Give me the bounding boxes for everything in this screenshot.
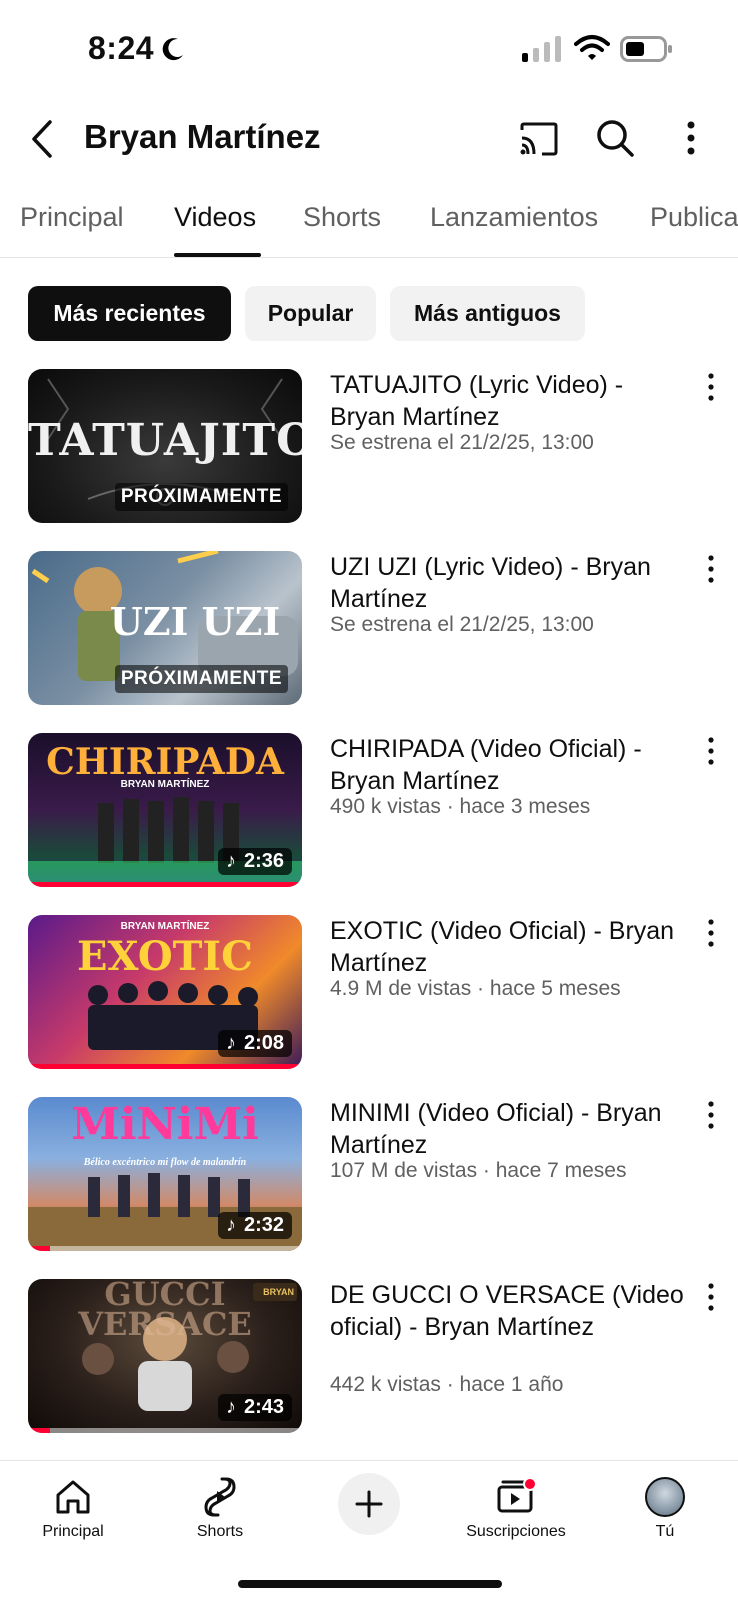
nav-label: Suscripciones xyxy=(466,1523,566,1540)
duration-badge: ♪ 2:08 xyxy=(217,1030,292,1057)
video-meta: 4.9 M de vistas · hace 5 meses xyxy=(330,977,621,1000)
subscriptions-icon xyxy=(497,1477,537,1513)
video-item[interactable]: BRYAN MARTÍNEZ EXOTIC ♪ 2:08 EXOTIC (Vid… xyxy=(0,915,738,1075)
video-item[interactable]: CHIRIPADA BRYAN MARTÍNEZ ♪ 2:36 CHIRIPAD… xyxy=(0,733,738,893)
video-title[interactable]: EXOTIC (Video Oficial) - Bryan Martínez xyxy=(330,915,690,979)
upcoming-badge: PRÓXIMAMENTE xyxy=(114,483,288,511)
video-thumbnail[interactable]: MiNiMi Bélico excéntrico mi flow de mala… xyxy=(28,1097,302,1251)
duration-text: 2:36 xyxy=(243,850,284,872)
shorts-icon xyxy=(204,1477,236,1517)
video-thumbnail[interactable]: CHIRIPADA BRYAN MARTÍNEZ ♪ 2:36 xyxy=(28,733,302,887)
moon-icon xyxy=(162,38,183,61)
video-thumbnail[interactable]: GUCCI VERSACE BRYAN ♪ 2:43 xyxy=(28,1279,302,1433)
create-button[interactable] xyxy=(338,1473,400,1535)
channel-tabs: Principal Videos Shorts Lanzamientos Pub… xyxy=(0,190,738,258)
nav-label: Tú xyxy=(655,1523,675,1540)
video-meta: Se estrena el 21/2/25, 13:00 xyxy=(330,613,594,636)
bottom-navigation: Principal Shorts Suscripciones Tú xyxy=(0,1460,738,1600)
video-meta: Se estrena el 21/2/25, 13:00 xyxy=(330,431,594,454)
music-note-icon: ♪ xyxy=(225,1214,236,1236)
back-button[interactable] xyxy=(24,116,60,162)
duration-text: 2:32 xyxy=(243,1214,284,1236)
tab-principal[interactable]: Principal xyxy=(20,202,124,233)
watch-progress-bar xyxy=(28,1064,302,1069)
watch-progress-bar xyxy=(28,1428,50,1433)
search-icon[interactable] xyxy=(594,117,636,159)
active-tab-indicator xyxy=(174,253,261,257)
watch-progress-bar xyxy=(28,1246,50,1251)
nav-label: Shorts xyxy=(196,1523,244,1540)
more-vertical-icon[interactable] xyxy=(700,371,722,403)
more-vertical-icon[interactable] xyxy=(700,553,722,585)
more-vertical-icon[interactable] xyxy=(700,1281,722,1313)
status-bar: 8:24 xyxy=(0,0,738,100)
video-item[interactable]: UZI UZI PRÓXIMAMENTE UZI UZI (Lyric Vide… xyxy=(0,551,738,711)
duration-badge: ♪ 2:43 xyxy=(217,1394,292,1421)
video-thumbnail[interactable]: BRYAN MARTÍNEZ EXOTIC ♪ 2:08 xyxy=(28,915,302,1069)
more-vertical-icon[interactable] xyxy=(700,1099,722,1131)
channel-title: Bryan Martínez xyxy=(84,118,321,155)
status-time: 8:24 xyxy=(88,30,155,66)
thumbnail-subtext: Bélico excéntrico mi flow de malandrín xyxy=(83,1157,247,1168)
video-item[interactable]: MiNiMi Bélico excéntrico mi flow de mala… xyxy=(0,1097,738,1257)
chip-popular[interactable]: Popular xyxy=(245,286,376,341)
video-thumbnail[interactable]: TATUAJITO PRÓXIMAMENTE xyxy=(28,369,302,523)
music-note-icon: ♪ xyxy=(225,1396,236,1418)
thumbnail-text: UZI UZI xyxy=(109,599,281,644)
home-icon xyxy=(56,1480,90,1514)
nav-label: Principal xyxy=(42,1523,104,1540)
chip-mas-antiguos[interactable]: Más antiguos xyxy=(390,286,585,341)
duration-badge: ♪ 2:36 xyxy=(217,848,292,875)
duration-text: 2:08 xyxy=(243,1032,284,1054)
wifi-icon xyxy=(574,35,610,60)
tab-publicaciones[interactable]: Publicaciones xyxy=(650,202,738,233)
video-title[interactable]: CHIRIPADA (Video Oficial) - Bryan Martín… xyxy=(330,733,690,797)
music-note-icon: ♪ xyxy=(225,1032,236,1054)
plus-icon xyxy=(355,1490,383,1518)
thumbnail-text: MiNiMi xyxy=(71,1099,259,1150)
thumbnail-text: EXOTIC xyxy=(77,933,253,980)
thumbnail-subtext: BRYAN xyxy=(263,1287,294,1297)
video-title[interactable]: DE GUCCI O VERSACE (Video oficial) - Bry… xyxy=(330,1279,690,1343)
watch-progress-track xyxy=(28,1428,302,1433)
tab-videos[interactable]: Videos xyxy=(174,202,256,233)
video-title[interactable]: TATUAJITO (Lyric Video) - Bryan Martínez xyxy=(330,369,690,433)
thumbnail-text: GUCCI VERSACE xyxy=(78,1279,252,1343)
music-note-icon: ♪ xyxy=(225,850,236,872)
video-title[interactable]: MINIMI (Video Oficial) - Bryan Martínez xyxy=(330,1097,690,1161)
tab-lanzamientos[interactable]: Lanzamientos xyxy=(430,202,598,233)
thumbnail-subtext: BRYAN MARTÍNEZ xyxy=(120,779,210,790)
nav-shorts[interactable]: Shorts xyxy=(155,1473,285,1541)
cast-icon[interactable] xyxy=(518,118,560,160)
chevron-left-icon xyxy=(32,120,52,158)
watch-progress-bar xyxy=(28,882,302,887)
thumbnail-subtext: BRYAN MARTÍNEZ xyxy=(120,921,210,932)
nav-you[interactable]: Tú xyxy=(600,1473,730,1541)
channel-header: Bryan Martínez xyxy=(0,100,738,180)
video-thumbnail[interactable]: UZI UZI PRÓXIMAMENTE xyxy=(28,551,302,705)
thumbnail-text: TATUAJITO xyxy=(28,415,302,466)
battery-icon xyxy=(620,36,672,62)
video-meta: 442 k vistas · hace 1 año xyxy=(330,1373,564,1396)
home-indicator xyxy=(238,1580,502,1588)
duration-text: 2:43 xyxy=(243,1396,284,1418)
upcoming-badge: PRÓXIMAMENTE xyxy=(114,665,288,693)
video-meta: 490 k vistas · hace 3 meses xyxy=(330,795,591,818)
nav-subscriptions[interactable]: Suscripciones xyxy=(451,1473,581,1541)
more-vertical-icon[interactable] xyxy=(676,117,706,159)
nav-home[interactable]: Principal xyxy=(8,1473,138,1541)
tab-shorts[interactable]: Shorts xyxy=(303,202,381,233)
video-item[interactable]: TATUAJITO PRÓXIMAMENTE TATUAJITO (Lyric … xyxy=(0,369,738,529)
video-meta: 107 M de vistas · hace 7 meses xyxy=(330,1159,627,1182)
chip-mas-recientes[interactable]: Más recientes xyxy=(28,286,231,341)
thumbnail-text: CHIRIPADA xyxy=(46,741,284,783)
watch-progress-track xyxy=(28,1246,302,1251)
video-item[interactable]: GUCCI VERSACE BRYAN ♪ 2:43 DE GUCCI O VE… xyxy=(0,1279,738,1439)
cellular-signal-icon xyxy=(522,36,561,62)
more-vertical-icon[interactable] xyxy=(700,735,722,767)
avatar xyxy=(645,1477,685,1517)
video-title[interactable]: UZI UZI (Lyric Video) - Bryan Martínez xyxy=(330,551,690,615)
more-vertical-icon[interactable] xyxy=(700,917,722,949)
duration-badge: ♪ 2:32 xyxy=(217,1212,292,1239)
